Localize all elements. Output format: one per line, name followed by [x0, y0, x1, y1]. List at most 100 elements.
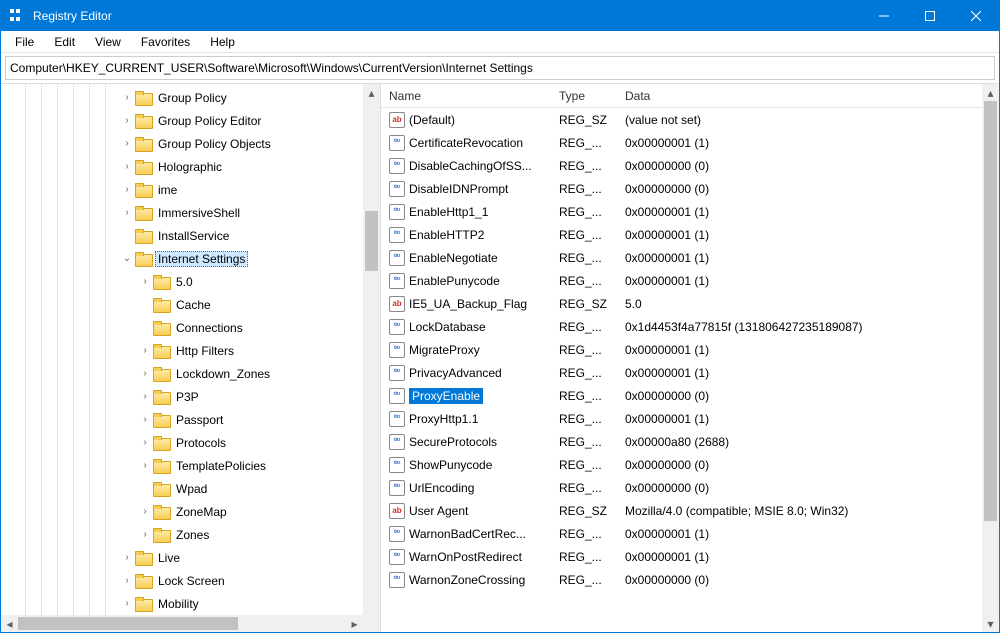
scroll-left-icon[interactable]: ◂ — [1, 615, 18, 632]
collapse-icon[interactable]: ⌄ — [119, 253, 135, 264]
expand-icon[interactable]: › — [137, 460, 153, 471]
expand-icon[interactable]: › — [119, 575, 135, 586]
values-list[interactable]: ab(Default)REG_SZ(value not set)⁰¹¹Certi… — [381, 108, 982, 591]
registry-tree[interactable]: ›Group Policy›Group Policy Editor›Group … — [1, 84, 363, 615]
scroll-up-icon[interactable]: ▴ — [363, 84, 380, 101]
tree-item[interactable]: ›InstallService — [1, 224, 363, 247]
tree-item[interactable]: ›Group Policy Objects — [1, 132, 363, 155]
expand-icon[interactable]: › — [137, 276, 153, 287]
value-row[interactable]: ⁰¹¹CertificateRevocationREG_...0x0000000… — [381, 131, 982, 154]
close-button[interactable] — [953, 1, 999, 31]
tree-item[interactable]: › Group Policy Editor — [1, 109, 363, 132]
value-row[interactable]: ⁰¹¹EnableNegotiateREG_...0x00000001 (1) — [381, 246, 982, 269]
tree-item-label: InstallService — [155, 228, 232, 244]
value-row[interactable]: ⁰¹¹UrlEncodingREG_...0x00000000 (0) — [381, 476, 982, 499]
value-row[interactable]: ab(Default)REG_SZ(value not set) — [381, 108, 982, 131]
tree-item[interactable]: ›Mobility — [1, 592, 363, 615]
scroll-thumb[interactable] — [365, 211, 378, 271]
tree-item[interactable]: ›Group Policy — [1, 86, 363, 109]
address-bar[interactable]: Computer\HKEY_CURRENT_USER\Software\Micr… — [5, 56, 995, 80]
value-row[interactable]: ⁰¹¹ProxyHttp1.1REG_...0x00000001 (1) — [381, 407, 982, 430]
value-row[interactable]: ⁰¹¹WarnonBadCertRec...REG_...0x00000001 … — [381, 522, 982, 545]
value-row[interactable]: ⁰¹¹MigrateProxyREG_...0x00000001 (1) — [381, 338, 982, 361]
scroll-thumb[interactable] — [18, 617, 238, 630]
tree-item-label: Group Policy Editor — [155, 113, 264, 129]
column-header-type[interactable]: Type — [551, 89, 617, 103]
tree-item[interactable]: ›ime — [1, 178, 363, 201]
tree-item[interactable]: ›Connections — [1, 316, 363, 339]
tree-item[interactable]: ›ImmersiveShell — [1, 201, 363, 224]
value-row[interactable]: ⁰¹¹DisableIDNPromptREG_...0x00000000 (0) — [381, 177, 982, 200]
expand-icon[interactable]: › — [119, 92, 135, 103]
expand-icon[interactable]: › — [119, 184, 135, 195]
tree-item[interactable]: ›Http Filters — [1, 339, 363, 362]
tree-item[interactable]: ›P3P — [1, 385, 363, 408]
expand-icon[interactable]: › — [137, 391, 153, 402]
column-header-name[interactable]: Name — [381, 89, 551, 103]
value-row[interactable]: ⁰¹¹WarnOnPostRedirectREG_...0x00000001 (… — [381, 545, 982, 568]
expand-icon[interactable]: › — [137, 437, 153, 448]
value-row[interactable]: ⁰¹¹PrivacyAdvancedREG_...0x00000001 (1) — [381, 361, 982, 384]
value-row[interactable]: ⁰¹¹WarnonZoneCrossingREG_...0x00000000 (… — [381, 568, 982, 591]
expand-icon[interactable]: › — [119, 552, 135, 563]
folder-icon — [153, 321, 169, 335]
binary-value-icon: ⁰¹¹ — [389, 457, 405, 473]
list-vertical-scrollbar[interactable]: ▴ ▾ — [982, 84, 999, 632]
tree-item[interactable]: ›Zones — [1, 523, 363, 546]
value-data: 0x00000001 (1) — [617, 228, 982, 242]
value-row[interactable]: ⁰¹¹EnableHttp1_1REG_...0x00000001 (1) — [381, 200, 982, 223]
value-row[interactable]: ⁰¹¹EnablePunycodeREG_...0x00000001 (1) — [381, 269, 982, 292]
value-row[interactable]: ⁰¹¹ProxyEnableREG_...0x00000000 (0) — [381, 384, 982, 407]
maximize-button[interactable] — [907, 1, 953, 31]
minimize-button[interactable] — [861, 1, 907, 31]
value-name: CertificateRevocation — [409, 135, 523, 151]
tree-item[interactable]: ›Lockdown_Zones — [1, 362, 363, 385]
value-row[interactable]: ⁰¹¹EnableHTTP2REG_...0x00000001 (1) — [381, 223, 982, 246]
expand-icon[interactable]: › — [119, 598, 135, 609]
tree-item[interactable]: ›Passport — [1, 408, 363, 431]
tree-item[interactable]: ›Live — [1, 546, 363, 569]
tree-horizontal-scrollbar[interactable]: ◂ ▸ — [1, 615, 363, 632]
value-row[interactable]: abUser AgentREG_SZMozilla/4.0 (compatibl… — [381, 499, 982, 522]
scroll-down-icon[interactable]: ▾ — [982, 615, 999, 632]
expand-icon[interactable]: › — [137, 506, 153, 517]
menu-view[interactable]: View — [85, 33, 131, 51]
expand-icon[interactable]: › — [137, 345, 153, 356]
menu-edit[interactable]: Edit — [44, 33, 85, 51]
string-value-icon: ab — [389, 112, 405, 128]
menu-file[interactable]: File — [5, 33, 44, 51]
expand-icon[interactable]: › — [119, 161, 135, 172]
scroll-right-icon[interactable]: ▸ — [346, 615, 363, 632]
expand-icon[interactable]: › — [137, 414, 153, 425]
tree-vertical-scrollbar[interactable]: ▴ ▾ — [363, 84, 380, 632]
expand-icon[interactable]: › — [137, 529, 153, 540]
column-header-data[interactable]: Data — [617, 89, 982, 103]
expand-icon[interactable]: › — [119, 207, 135, 218]
tree-item[interactable]: ⌄Internet Settings — [1, 247, 363, 270]
scroll-up-icon[interactable]: ▴ — [982, 84, 999, 101]
folder-icon — [135, 91, 151, 105]
value-row[interactable]: ⁰¹¹LockDatabaseREG_...0x1d4453f4a77815f … — [381, 315, 982, 338]
value-row[interactable]: ⁰¹¹ShowPunycodeREG_...0x00000000 (0) — [381, 453, 982, 476]
tree-item[interactable]: ›Protocols — [1, 431, 363, 454]
tree-item[interactable]: ›Holographic — [1, 155, 363, 178]
tree-item[interactable]: ›ZoneMap — [1, 500, 363, 523]
folder-icon — [153, 482, 169, 496]
tree-item[interactable]: ›Wpad — [1, 477, 363, 500]
value-row[interactable]: abIE5_UA_Backup_FlagREG_SZ5.0 — [381, 292, 982, 315]
expand-icon[interactable]: › — [137, 368, 153, 379]
value-data: 0x00000000 (0) — [617, 458, 982, 472]
tree-item[interactable]: ›Lock Screen — [1, 569, 363, 592]
title-bar[interactable]: Registry Editor — [1, 1, 999, 31]
tree-item[interactable]: ›TemplatePolicies — [1, 454, 363, 477]
tree-item[interactable]: ›5.0 — [1, 270, 363, 293]
menu-favorites[interactable]: Favorites — [131, 33, 200, 51]
expand-icon[interactable]: › — [119, 138, 135, 149]
tree-pane: ›Group Policy›Group Policy Editor›Group … — [1, 84, 381, 632]
value-row[interactable]: ⁰¹¹DisableCachingOfSS...REG_...0x0000000… — [381, 154, 982, 177]
scroll-thumb[interactable] — [984, 101, 997, 521]
value-row[interactable]: ⁰¹¹SecureProtocolsREG_...0x00000a80 (268… — [381, 430, 982, 453]
expand-icon[interactable]: › — [119, 115, 135, 126]
menu-help[interactable]: Help — [200, 33, 245, 51]
tree-item[interactable]: ›Cache — [1, 293, 363, 316]
